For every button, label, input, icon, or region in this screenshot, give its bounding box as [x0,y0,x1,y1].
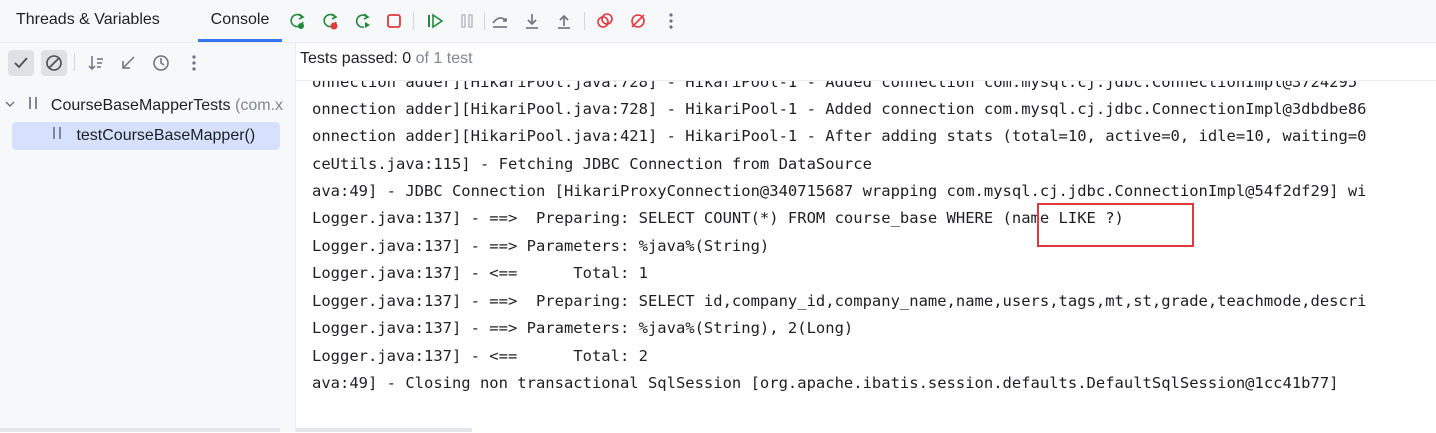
console-line: Logger.java:137] - ==> Preparing: SELECT… [312,292,1367,310]
tab-console[interactable]: Console [198,0,282,42]
tree-item-test-method[interactable]: testCourseBaseMapper() [50,123,290,149]
paused-status-icon [50,123,72,149]
toolbar-separator [413,12,414,30]
debug-toolbar: Threads & Variables Console [0,0,1436,43]
total-count: of 1 test [411,50,473,67]
test-status: Tests passed: 0 of 1 test [300,50,473,68]
show-ignored-icon[interactable] [41,50,67,76]
console-line: Logger.java:137] - <== Total: 2 [312,347,648,365]
test-class-package: (com.x [235,97,283,114]
status-label: Tests passed: [300,50,403,67]
console-line: onnection adder][HikariPool.java:728] - … [312,100,1367,118]
console-line: ava:49] - JDBC Connection [HikariProxyCo… [312,182,1367,200]
rerun-icon[interactable] [286,10,308,32]
step-out-icon[interactable] [553,10,575,32]
step-over-icon[interactable] [489,10,511,32]
stop-icon[interactable] [383,10,405,32]
passed-count: 0 [402,50,412,67]
console-line: Logger.java:137] - ==> Parameters: %java… [312,319,854,337]
console-output[interactable]: onnection adder][HikariPool.java:728] - … [296,80,1436,433]
paused-status-icon [26,93,46,119]
view-breakpoints-icon[interactable] [594,10,616,32]
tab-threads-variables[interactable]: Threads & Variables [14,0,162,42]
mute-breakpoints-icon[interactable] [627,10,649,32]
console-line: onnection adder][HikariPool.java:728] - … [312,80,1358,91]
more-icon[interactable] [181,50,207,76]
toolbar-separator [74,53,75,71]
horizontal-scrollbar[interactable] [296,428,472,432]
sort-icon[interactable] [83,50,109,76]
toolbar-separator [484,12,485,30]
console-line: ava:49] - Closing non transactional SqlS… [312,374,1339,392]
history-icon[interactable] [148,50,174,76]
chevron-down-icon [4,93,22,119]
horizontal-scrollbar[interactable] [0,428,280,432]
annotation-highlight-box [1037,203,1194,247]
rerun-failed-icon[interactable] [319,10,341,32]
console-line: Logger.java:137] - ==> Parameters: %java… [312,237,770,255]
step-into-icon[interactable] [521,10,543,32]
test-method-name: testCourseBaseMapper() [76,127,256,144]
console-line: ceUtils.java:115] - Fetching JDBC Connec… [312,155,872,173]
console-line: Logger.java:137] - <== Total: 1 [312,264,648,282]
toggle-auto-test-icon[interactable] [351,10,373,32]
more-icon[interactable] [660,10,682,32]
collapse-all-icon[interactable] [115,50,141,76]
resume-icon[interactable] [424,10,446,32]
console-line: Logger.java:137] - ==> Preparing: SELECT… [312,209,1124,227]
test-class-name: CourseBaseMapperTests [50,97,231,114]
tree-item-test-class[interactable]: CourseBaseMapperTests (com.x [4,93,295,119]
test-tree-panel: CourseBaseMapperTests (com.x testCourseB… [0,43,296,432]
toolbar-separator [584,12,585,30]
pause-icon[interactable] [456,10,478,32]
console-line: onnection adder][HikariPool.java:421] - … [312,127,1367,145]
show-passed-icon[interactable] [8,50,34,76]
